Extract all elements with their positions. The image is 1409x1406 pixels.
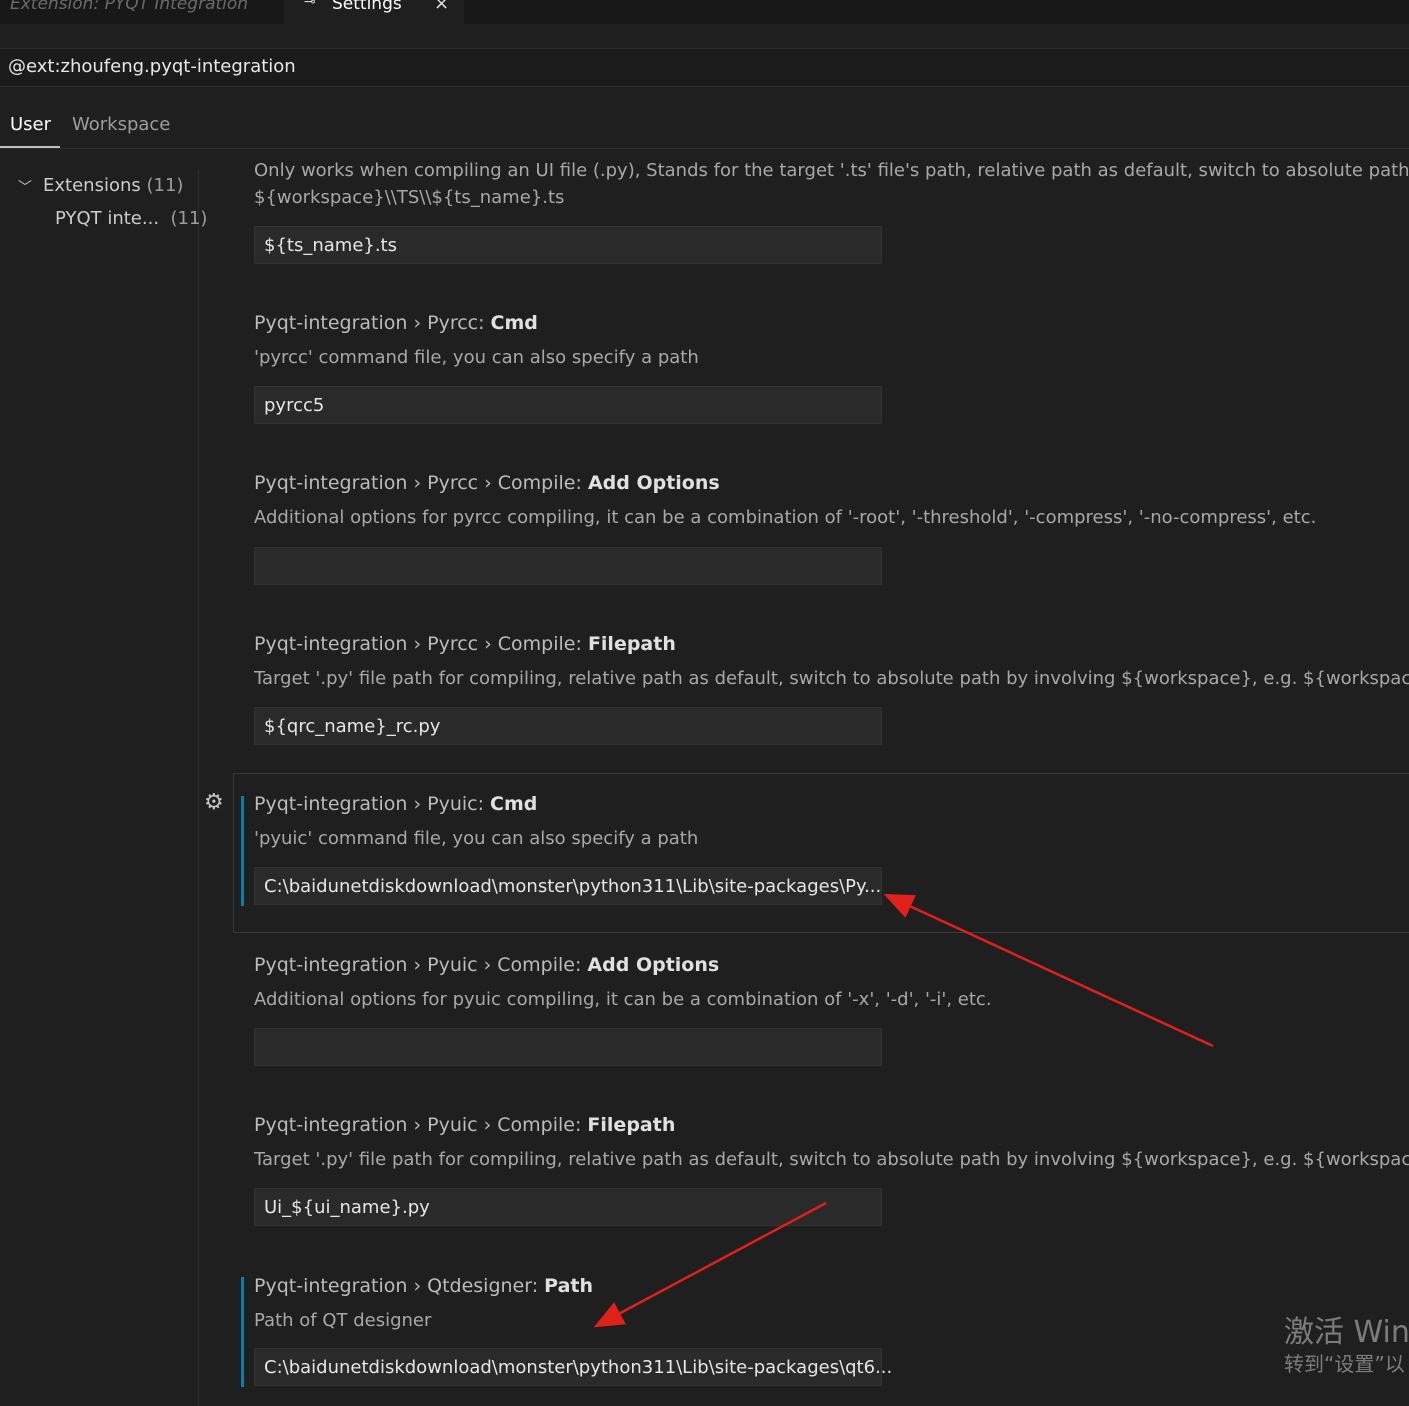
activation-watermark-sub: 转到“设置”以 [1284, 1352, 1405, 1376]
annotation-arrows [593, 893, 1214, 1328]
annotation-arrow [883, 893, 1214, 1048]
activation-watermark: 激活 Win [1284, 1315, 1409, 1350]
annotation-arrow [593, 1201, 827, 1328]
